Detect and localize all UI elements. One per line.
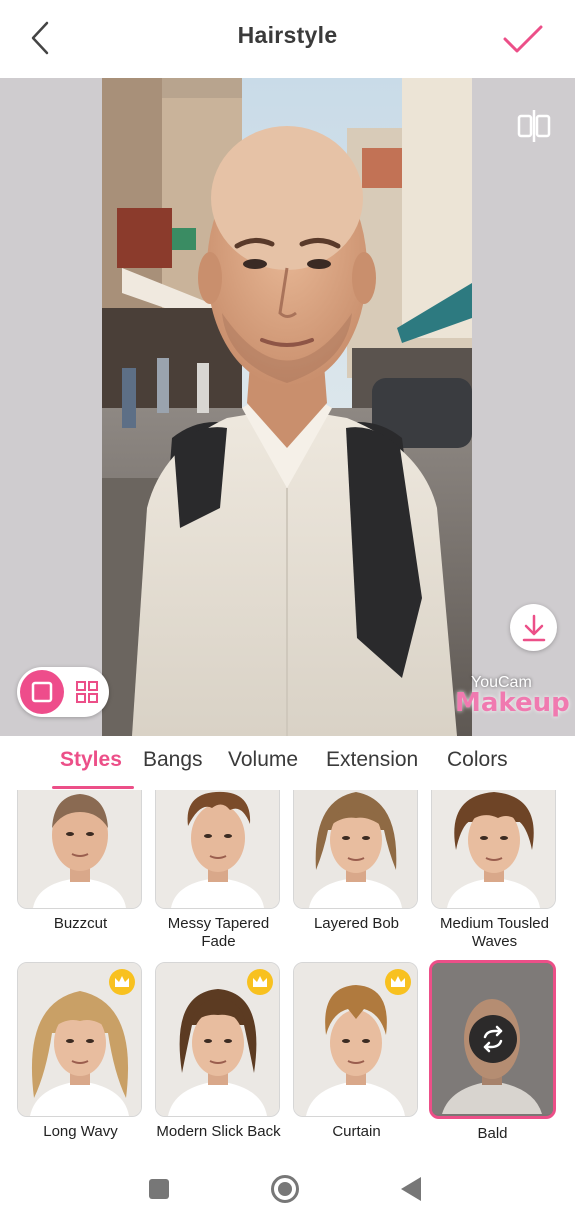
single-view-button[interactable] bbox=[20, 670, 64, 714]
system-nav-bar bbox=[0, 1150, 575, 1227]
style-label: Modern Slick Back bbox=[156, 1123, 281, 1140]
category-tabs: Styles Bangs Volume Extension Colors bbox=[0, 736, 575, 790]
style-thumbnail bbox=[293, 962, 418, 1117]
download-icon bbox=[522, 614, 545, 641]
style-card-messy-tapered-fade[interactable]: Messy Tapered Fade bbox=[155, 790, 282, 951]
style-label: Messy Tapered Fade bbox=[167, 915, 270, 950]
style-label: Curtain bbox=[332, 1123, 381, 1140]
style-thumbnail bbox=[155, 962, 280, 1117]
style-label: Buzzcut bbox=[53, 915, 108, 932]
premium-crown-icon bbox=[109, 969, 135, 995]
single-view-icon bbox=[31, 681, 53, 703]
compare-split-icon bbox=[517, 110, 551, 142]
style-label: Long Wavy bbox=[43, 1123, 118, 1140]
style-thumbnail bbox=[293, 790, 418, 909]
youcam-watermark: YouCam Makeup bbox=[447, 668, 570, 724]
grid-view-icon bbox=[76, 681, 98, 703]
style-card-bald[interactable]: Bald bbox=[429, 960, 556, 1143]
refresh-icon bbox=[483, 1025, 503, 1053]
tab-volume[interactable]: Volume bbox=[228, 748, 298, 772]
active-tab-indicator bbox=[52, 786, 134, 789]
hairstyle-grid: Buzzcut Messy Tapered Fade Layered Bob M… bbox=[0, 790, 575, 1150]
tab-extension[interactable]: Extension bbox=[326, 748, 418, 772]
system-back-button[interactable] bbox=[396, 1174, 426, 1204]
style-label: Bald bbox=[477, 1125, 508, 1142]
preview-photo bbox=[102, 78, 472, 736]
style-card-layered-bob[interactable]: Layered Bob bbox=[293, 790, 420, 933]
page-title: Hairstyle bbox=[237, 22, 338, 48]
download-button[interactable] bbox=[510, 604, 557, 651]
premium-crown-icon bbox=[247, 969, 273, 995]
home-button[interactable] bbox=[270, 1174, 300, 1204]
view-mode-toggle bbox=[17, 667, 109, 717]
tab-colors[interactable]: Colors bbox=[447, 748, 508, 772]
photo-preview: YouCam Makeup bbox=[0, 78, 575, 736]
style-thumbnail bbox=[429, 960, 556, 1119]
style-thumbnail bbox=[155, 790, 280, 909]
watermark-line2: Makeup bbox=[455, 688, 570, 718]
style-card-medium-tousled-waves[interactable]: Medium Tousled Waves bbox=[431, 790, 558, 951]
tab-bangs[interactable]: Bangs bbox=[143, 748, 203, 772]
compare-button[interactable] bbox=[512, 106, 556, 146]
top-bar: Hairstyle bbox=[0, 0, 575, 78]
style-card-modern-slick-back[interactable]: Modern Slick Back bbox=[155, 962, 282, 1141]
style-thumbnail bbox=[17, 790, 142, 909]
recents-square-icon bbox=[149, 1179, 169, 1199]
apply-button[interactable] bbox=[498, 16, 548, 62]
back-triangle-icon bbox=[401, 1177, 421, 1201]
home-circle-icon bbox=[271, 1175, 299, 1203]
checkmark-icon bbox=[503, 25, 543, 53]
recents-button[interactable] bbox=[144, 1174, 174, 1204]
style-card-buzzcut[interactable]: Buzzcut bbox=[17, 790, 144, 933]
style-label: Medium Tousled Waves bbox=[440, 915, 549, 950]
grid-view-button[interactable] bbox=[67, 670, 107, 714]
style-card-long-wavy[interactable]: Long Wavy bbox=[17, 962, 144, 1141]
tab-styles[interactable]: Styles bbox=[60, 748, 122, 772]
premium-crown-icon bbox=[385, 969, 411, 995]
style-label: Layered Bob bbox=[313, 915, 400, 932]
style-thumbnail bbox=[17, 962, 142, 1117]
style-card-curtain[interactable]: Curtain bbox=[293, 962, 420, 1141]
style-thumbnail bbox=[431, 790, 556, 909]
reapply-button[interactable] bbox=[469, 1015, 517, 1063]
